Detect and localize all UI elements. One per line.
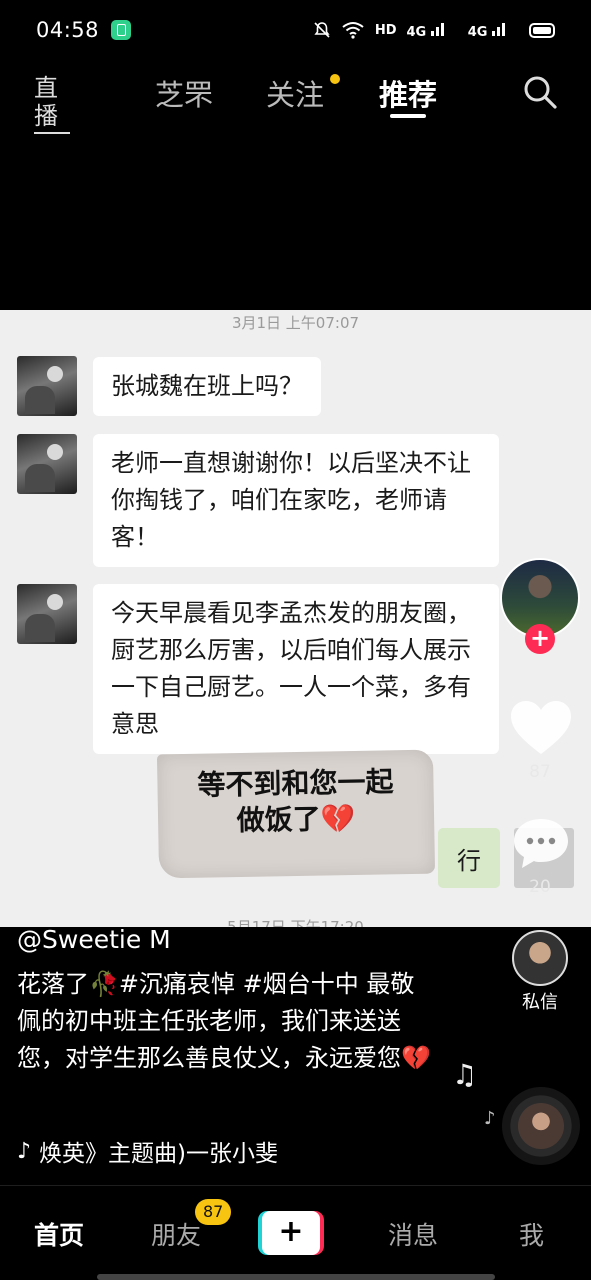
hd-label: HD	[374, 22, 397, 38]
author-name[interactable]: @Sweetie M	[17, 925, 171, 954]
overlay-line-1: 等不到和您一起	[197, 765, 394, 802]
wifi-icon	[342, 22, 364, 39]
battery-icon	[529, 22, 555, 38]
music-disc-cover	[518, 1103, 564, 1149]
overlay-note-text: 等不到和您一起 做饭了💔	[157, 764, 434, 841]
tab-home[interactable]: 首页	[34, 1216, 84, 1252]
status-icons: HD 4G 4G	[313, 20, 555, 40]
overlay-line-2: 做饭了💔	[236, 801, 356, 838]
tiktok-note-icon: ♪	[17, 1138, 32, 1164]
signal-2-bars-icon	[492, 20, 505, 36]
signal-2: 4G	[468, 20, 519, 40]
chat-avatar	[17, 434, 77, 494]
search-icon[interactable]	[522, 74, 558, 110]
following-new-dot	[330, 74, 340, 84]
video-frame[interactable]: 3月1日 上午07:07 张城魏在班上吗？ 老师一直想谢谢你！以后坚决不让你掏钱…	[0, 310, 591, 927]
chat-avatar	[17, 584, 77, 644]
create-button[interactable]: +	[258, 1211, 324, 1255]
comment-icon[interactable]	[510, 815, 572, 871]
floating-music-note-icon: ♪	[484, 1108, 496, 1129]
signal-2-label: 4G	[467, 25, 488, 40]
chat-message: 张城魏在班上吗？	[93, 357, 321, 416]
plus-icon: +	[262, 1211, 320, 1255]
chat-message: 老师一直想谢谢你！以后坚决不让你掏钱了，咱们在家吃，老师请客！	[93, 434, 499, 567]
app-notification-icon	[111, 20, 132, 40]
status-time: 04:58	[36, 18, 100, 42]
tab-messages[interactable]: 消息	[388, 1216, 438, 1252]
mute-bell-icon	[314, 22, 330, 38]
tab-me[interactable]: 我	[519, 1216, 544, 1252]
comment-count: 20	[529, 877, 551, 897]
floating-music-note-icon: ♫	[452, 1058, 478, 1091]
dm-label[interactable]: 私信	[500, 988, 580, 1014]
chat-timestamp: 3月1日 上午07:07	[231, 314, 360, 332]
home-indicator	[97, 1274, 495, 1280]
like-count: 87	[529, 762, 551, 782]
chat-avatar	[17, 356, 77, 416]
live-button[interactable]: 直播	[34, 74, 70, 134]
top-nav: 直播 芝罘 关注 推荐	[0, 60, 591, 134]
active-tab-indicator	[390, 114, 426, 118]
tab-local[interactable]: 芝罘	[155, 72, 213, 114]
follow-plus-button[interactable]: +	[525, 624, 555, 654]
chat-reply-bubble: 行	[438, 828, 500, 888]
bottom-tab-bar: 首页 朋友 87 + 消息 我	[0, 1185, 591, 1280]
chat-message: 今天早晨看见李孟杰发的朋友圈，厨艺那么厉害，以后咱们每人展示一下自己厨艺。一人一…	[93, 584, 499, 754]
friends-badge: 87	[195, 1199, 232, 1225]
signal-1-label: 4G	[406, 25, 427, 40]
tab-friends[interactable]: 朋友	[151, 1216, 201, 1252]
overlay-note: 等不到和您一起 做饭了💔	[156, 749, 436, 879]
tab-following[interactable]: 关注	[266, 72, 324, 114]
status-bar: 04:58 HD 4G 4G	[0, 0, 591, 60]
music-title: 焕英》主题曲)一张小斐	[39, 1141, 279, 1167]
signal-1-bars-icon	[430, 20, 444, 36]
dm-avatar[interactable]	[512, 930, 568, 986]
like-heart-icon[interactable]	[508, 698, 574, 758]
video-caption: 花落了🥀#沉痛哀悼 #烟台十中 最敬佩的初中班主任张老师，我们来送送您，对学生那…	[17, 970, 431, 1072]
music-info[interactable]: ♪ 焕英》主题曲)一张小斐	[17, 1134, 278, 1168]
tab-recommended[interactable]: 推荐	[379, 72, 437, 114]
signal-1: 4G	[407, 20, 458, 40]
